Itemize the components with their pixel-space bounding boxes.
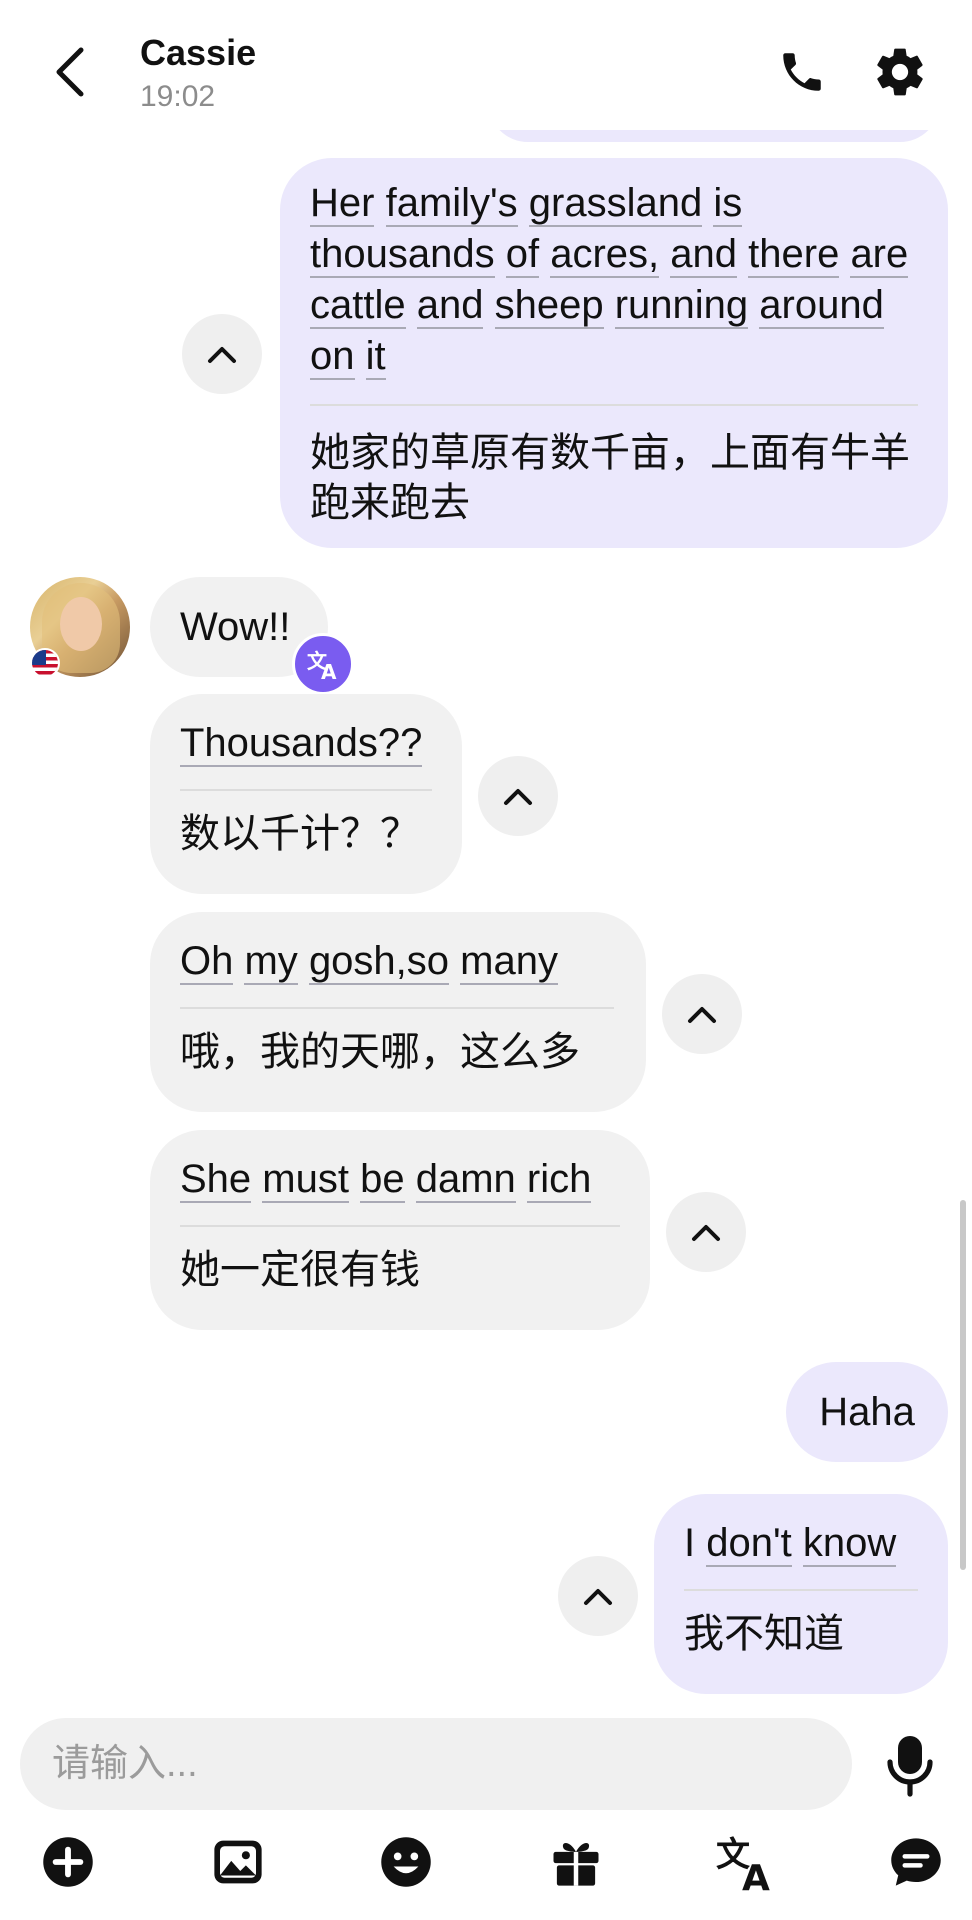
word[interactable]: and	[416, 283, 484, 329]
word[interactable]: and	[670, 232, 738, 278]
word[interactable]: know	[802, 1521, 897, 1567]
chat-button[interactable]	[884, 1830, 948, 1894]
word[interactable]: must	[262, 1157, 349, 1203]
chevron-left-icon	[56, 47, 84, 97]
message-bubble[interactable]: Thousands?? 数以千计？？	[150, 694, 462, 894]
svg-text:A: A	[742, 1858, 770, 1892]
gift-button[interactable]	[544, 1830, 608, 1894]
word[interactable]: of	[505, 232, 540, 278]
chevron-up-icon	[584, 1589, 612, 1605]
chat-area[interactable]: Her family's grassland is thousands of a…	[0, 0, 972, 1700]
message-bubble[interactable]: Haha	[786, 1362, 948, 1462]
collapse-translation-button[interactable]	[478, 756, 558, 836]
message-bubble[interactable]: I don't know 我不知道	[654, 1494, 948, 1694]
chevron-up-icon	[208, 347, 236, 363]
word[interactable]: grassland	[528, 181, 703, 227]
message-original-text: I don't know	[684, 1518, 918, 1569]
word[interactable]: be	[360, 1157, 405, 1203]
translation-divider	[310, 404, 918, 406]
word[interactable]: family's	[385, 181, 518, 227]
bottom-toolbar: 文 A	[0, 1830, 972, 1910]
gear-icon	[877, 48, 923, 96]
message-translation-text: 数以千计？？	[180, 812, 420, 856]
message-original-text: Her family's grassland is thousands of a…	[310, 178, 920, 382]
translate-tool-button[interactable]: 文 A	[714, 1830, 778, 1894]
collapse-translation-button[interactable]	[558, 1556, 638, 1636]
translate-icon: 文 A	[716, 1835, 770, 1892]
chevron-up-icon	[688, 1007, 716, 1023]
word[interactable]: damn	[415, 1157, 516, 1203]
message-original-text: Thousands??	[180, 718, 432, 769]
emoji-button[interactable]	[374, 1830, 438, 1894]
translation-divider	[180, 1007, 614, 1009]
word[interactable]: there	[748, 232, 840, 278]
word[interactable]: Her	[310, 181, 375, 227]
message-translation-text: 哦，我的天哪，这么多	[180, 1030, 580, 1074]
word[interactable]: running	[614, 283, 749, 329]
us-flag-icon	[30, 648, 60, 678]
collapse-translation-button[interactable]	[662, 974, 742, 1054]
chat-time: 19:02	[140, 80, 216, 113]
settings-button[interactable]	[868, 40, 932, 104]
message-translation-text: 我不知道	[684, 1612, 844, 1656]
svg-text:A: A	[321, 660, 337, 682]
emoji-icon	[381, 1837, 431, 1887]
word[interactable]: rich	[526, 1157, 592, 1203]
word[interactable]: it	[365, 334, 386, 380]
contact-name: Cassie	[140, 32, 257, 73]
plus-button[interactable]	[36, 1830, 100, 1894]
word[interactable]: gosh,so	[308, 939, 450, 985]
translation-divider	[684, 1589, 918, 1591]
word[interactable]: around	[759, 283, 884, 329]
translation-divider	[180, 789, 432, 791]
message-original-text: Oh my gosh,so many	[180, 936, 616, 987]
message-original-text: Wow!!	[180, 604, 291, 649]
chat-scrollbar[interactable]	[960, 1200, 966, 1570]
message-input[interactable]	[20, 1718, 852, 1810]
message-translation-text: 她一定很有钱	[180, 1248, 420, 1292]
word[interactable]: Oh	[180, 939, 234, 985]
message-translation-text: 她家的草原有数千亩，上面有牛羊跑来跑去	[310, 431, 910, 525]
word[interactable]: sheep	[494, 283, 604, 329]
word[interactable]: many	[460, 939, 558, 985]
collapse-translation-button[interactable]	[182, 314, 262, 394]
avatar-face	[60, 597, 102, 651]
translate-icon: 文 A	[307, 649, 337, 682]
chevron-up-icon	[504, 789, 532, 805]
gift-icon	[553, 1843, 599, 1886]
plus-circle-icon	[43, 1837, 93, 1887]
word[interactable]: Thousands??	[180, 721, 423, 767]
word[interactable]: thousands	[310, 232, 495, 278]
message-input-container	[20, 1718, 852, 1810]
phone-icon	[783, 53, 821, 91]
collapse-translation-button[interactable]	[666, 1192, 746, 1272]
call-button[interactable]	[772, 42, 832, 102]
word[interactable]: don't	[706, 1521, 792, 1567]
word[interactable]: I	[684, 1521, 695, 1565]
chevron-up-icon	[692, 1225, 720, 1241]
word[interactable]: cattle	[310, 283, 406, 329]
word[interactable]: are	[850, 232, 909, 278]
microphone-icon	[887, 1736, 933, 1797]
message-bubble[interactable]: Her family's grassland is thousands of a…	[280, 158, 948, 548]
word[interactable]: on	[310, 334, 355, 380]
image-button[interactable]	[206, 1830, 270, 1894]
chat-bubble-icon	[891, 1838, 941, 1886]
translation-divider	[180, 1225, 620, 1227]
back-button[interactable]	[40, 40, 100, 104]
message-bubble[interactable]: Oh my gosh,so many 哦，我的天哪，这么多	[150, 912, 646, 1112]
image-icon	[214, 1840, 262, 1884]
word[interactable]: is	[713, 181, 743, 227]
word[interactable]: She	[180, 1157, 252, 1203]
voice-button[interactable]	[880, 1728, 940, 1804]
chat-header: Cassie 19:02	[0, 0, 972, 130]
message-original-text: She must be damn rich	[180, 1154, 620, 1205]
message-bubble[interactable]: She must be damn rich 她一定很有钱	[150, 1130, 650, 1330]
message-original-text: Haha	[819, 1389, 915, 1434]
translate-button[interactable]: 文 A	[292, 633, 354, 695]
word[interactable]: my	[244, 939, 298, 985]
word[interactable]: acres,	[550, 232, 660, 278]
